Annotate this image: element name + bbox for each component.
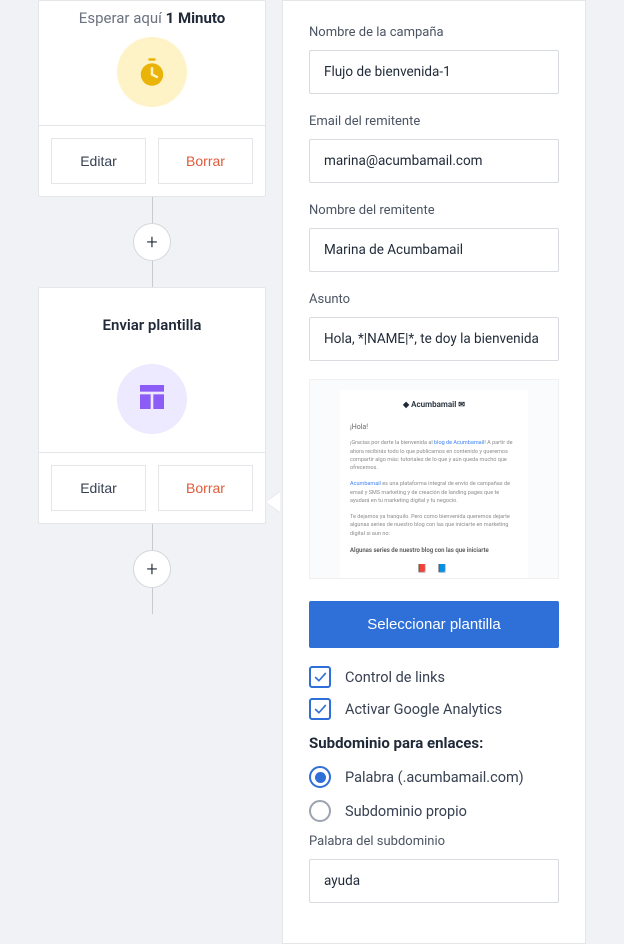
select-template-button[interactable]: Seleccionar plantilla — [309, 601, 559, 648]
wait-duration: 1 Minuto — [166, 9, 226, 27]
template-icon — [117, 364, 187, 434]
send-step-title: Enviar plantilla — [39, 316, 265, 334]
properties-panel: Nombre de la campaña Email del remitente… — [282, 0, 586, 944]
link-control-label: Control de links — [345, 669, 445, 686]
sender-name-input[interactable] — [309, 228, 559, 272]
radio-word[interactable] — [309, 766, 331, 788]
wait-actions: Editar Borrar — [39, 125, 265, 196]
subject-input[interactable] — [309, 317, 559, 361]
add-step-button[interactable]: + — [133, 223, 171, 261]
preview-p1: ¡Gracias por darte la bienvenida al blog… — [350, 439, 518, 472]
ga-row: Activar Google Analytics — [309, 698, 559, 720]
preview-hello: ¡Hola! — [350, 422, 518, 434]
radio-own[interactable] — [309, 800, 331, 822]
subdomain-word-input[interactable] — [309, 859, 559, 903]
wait-step-card: Esperar aquí 1 Minuto Editar Borrar — [38, 0, 266, 197]
subject-label: Asunto — [309, 292, 559, 307]
delete-button[interactable]: Borrar — [158, 465, 253, 511]
preview-highlight: Algunas series de nuestro blog con las q… — [350, 546, 518, 556]
stopwatch-icon — [117, 37, 187, 107]
wait-prefix: Esperar aquí — [79, 9, 162, 27]
sender-email-input[interactable] — [309, 139, 559, 183]
connector: + — [38, 524, 266, 614]
preview-content: ◆ Acumbamail ✉ ¡Hola! ¡Gracias por darte… — [340, 390, 528, 579]
sender-name-label: Nombre del remitente — [309, 203, 559, 218]
subdomain-word-label: Palabra del subdominio — [309, 834, 559, 849]
delete-button[interactable]: Borrar — [158, 138, 253, 184]
send-actions: Editar Borrar — [39, 452, 265, 523]
preview-p2: Acumbamail es una plataforma integral de… — [350, 480, 518, 505]
preview-p3: Te dejamos ya tranquilo. Pero como bienv… — [350, 513, 518, 538]
wait-step-title: Esperar aquí 1 Minuto — [39, 9, 265, 27]
add-step-button[interactable]: + — [133, 550, 171, 588]
radio-dot-icon — [315, 772, 326, 783]
radio-own-label: Subdominio propio — [345, 803, 467, 820]
radio-word-row: Palabra (.acumbamail.com) — [309, 766, 559, 788]
radio-word-label: Palabra (.acumbamail.com) — [345, 769, 524, 786]
link-control-checkbox[interactable] — [309, 666, 331, 688]
connector: + — [38, 197, 266, 287]
sender-email-label: Email del remitente — [309, 114, 559, 129]
ga-checkbox[interactable] — [309, 698, 331, 720]
send-template-card[interactable]: Enviar plantilla Editar Borrar — [38, 287, 266, 524]
subdomain-heading: Subdominio para enlaces: — [309, 734, 559, 752]
ga-label: Activar Google Analytics — [345, 701, 502, 718]
preview-logo: ◆ Acumbamail ✉ — [350, 398, 518, 412]
template-preview: ◆ Acumbamail ✉ ¡Hola! ¡Gracias por darte… — [309, 379, 559, 579]
workflow-column: Esperar aquí 1 Minuto Editar Borrar + En… — [38, 0, 266, 614]
link-control-row: Control de links — [309, 666, 559, 688]
edit-button[interactable]: Editar — [51, 465, 146, 511]
campaign-name-label: Nombre de la campaña — [309, 25, 559, 40]
preview-icons: 📕 📘 — [350, 562, 518, 576]
edit-button[interactable]: Editar — [51, 138, 146, 184]
campaign-name-input[interactable] — [309, 50, 559, 94]
radio-own-row: Subdominio propio — [309, 800, 559, 822]
panel-pointer — [266, 492, 280, 512]
